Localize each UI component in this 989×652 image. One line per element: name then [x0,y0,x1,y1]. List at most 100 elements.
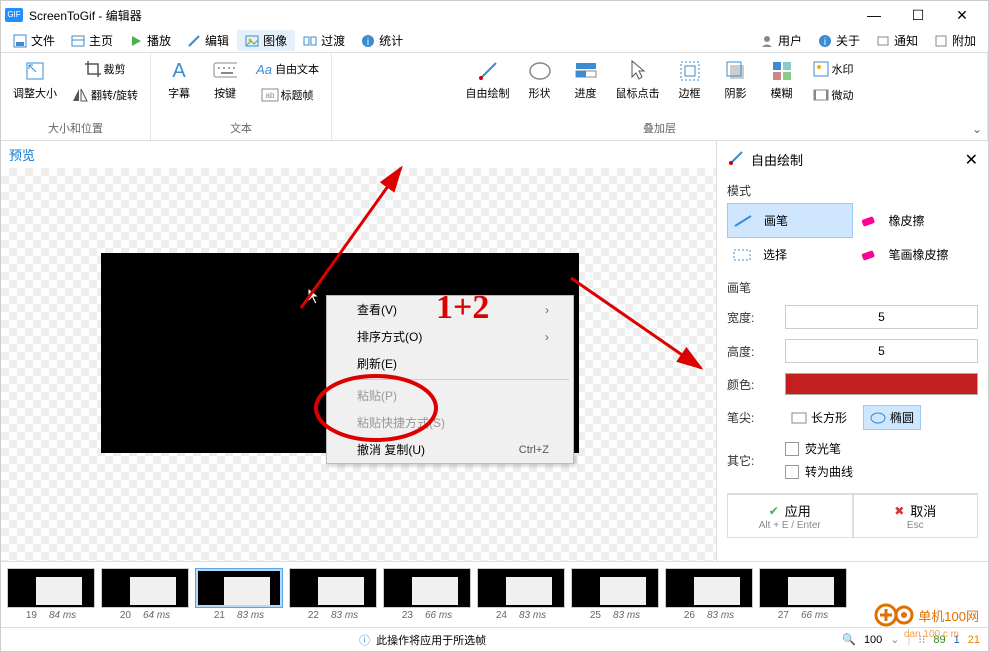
svg-text:A: A [172,60,186,82]
mode-select[interactable]: 选择 [727,238,853,271]
menu-stats[interactable]: i统计 [353,30,411,51]
brush-icon [727,149,745,170]
mode-pen[interactable]: 画笔 [727,203,853,238]
cancel-button[interactable]: ✖取消 Esc [853,494,979,538]
width-label: 宽度: [727,309,777,326]
color-label: 颜色: [727,376,777,393]
play-icon [129,34,143,48]
watermark-button[interactable]: 水印 [808,57,858,81]
cursor-icon [306,286,322,306]
mouseclick-button[interactable]: 鼠标点击 [612,57,664,103]
menu-file[interactable]: 文件 [5,30,63,51]
ctx-refresh[interactable]: 刷新(E) [327,350,573,377]
watermark-icon [812,60,830,78]
ctx-sort[interactable]: 排序方式(O)› [327,323,573,350]
frame-thumb[interactable]: 2766 ms [759,568,847,621]
apply-button[interactable]: ✔应用 Alt + E / Enter [727,494,853,538]
crop-button[interactable]: 裁剪 [67,57,142,81]
red-annotation-text: 1+2 [436,289,489,327]
frame-thumb[interactable]: 1984 ms [7,568,95,621]
menu-about[interactable]: i关于 [810,30,868,51]
blur-button[interactable]: 模糊 [762,57,802,103]
text-icon: Aa [255,60,273,78]
panel-close-button[interactable]: ✕ [965,150,978,170]
canvas[interactable]: 查看(V)› 排序方式(O)› 刷新(E) 粘贴(P) 粘贴快捷方式(S) 撤消… [1,168,716,561]
color-picker[interactable] [785,373,978,395]
image-icon [245,34,259,48]
group-size-label: 大小和位置 [48,120,103,136]
checkbox-icon [785,442,799,456]
menu-transition[interactable]: 过渡 [295,30,353,51]
frame-thumb[interactable]: 2183 ms [195,568,283,621]
ribbon-expand-icon[interactable]: ⌄ [972,122,982,136]
keypress-button[interactable]: 按键 [205,57,245,103]
highlighter-check[interactable]: 荧光笔 [785,440,853,457]
select-icon [731,247,753,263]
mode-label: 模式 [727,182,978,199]
titlebar: GIF ScreenToGif - 编辑器 — ☐ ✕ [1,1,988,29]
frame-thumb[interactable]: 2683 ms [665,568,753,621]
mode-eraser[interactable]: 橡皮擦 [853,203,979,238]
preview-label: 预览 [1,141,716,168]
zoom-dropdown-icon[interactable]: ⌄ [890,633,899,646]
tip-ellipse[interactable]: 椭圆 [863,405,921,430]
menu-notify[interactable]: 通知 [868,30,926,51]
menu-user[interactable]: 用户 [752,30,810,51]
shape-button[interactable]: 形状 [520,57,560,103]
menu-attach[interactable]: 附加 [926,30,984,51]
menu-edit[interactable]: 编辑 [179,30,237,51]
close-button[interactable]: ✕ [940,1,984,29]
resize-button[interactable]: 调整大小 [9,57,61,103]
maximize-button[interactable]: ☐ [896,1,940,29]
brush-label: 画笔 [727,279,978,296]
frame-thumb[interactable]: 2064 ms [101,568,189,621]
progress-icon [574,59,598,83]
frame-thumb[interactable]: 2366 ms [383,568,471,621]
minimize-button[interactable]: — [852,1,896,29]
menu-play[interactable]: 播放 [121,30,179,51]
frame-strip[interactable]: 1984 ms2064 ms2183 ms2283 ms2366 ms2483 … [1,561,988,627]
shadow-button[interactable]: 阴影 [716,57,756,103]
caption-icon: A [167,59,191,83]
check-icon: ✔ [769,504,779,518]
titleframe-button[interactable]: ab标题帧 [251,83,323,107]
cinema-button[interactable]: 微动 [808,83,858,107]
info-icon: ⓘ [359,632,370,648]
frame-thumb[interactable]: 2583 ms [571,568,659,621]
flip-button[interactable]: 翻转/旋转 [67,83,142,107]
brush-icon [476,59,500,83]
resize-icon [23,59,47,83]
crop-icon [84,60,102,78]
width-input[interactable] [785,305,978,329]
ctx-undo-copy[interactable]: 撤消 复制(U)Ctrl+Z [327,436,573,463]
menubar: 文件 主页 播放 编辑 图像 过渡 i统计 用户 i关于 通知 附加 [1,29,988,53]
tip-rect[interactable]: 长方形 [785,406,853,429]
blur-icon [770,59,794,83]
zoom-value: 100 [864,634,882,646]
border-button[interactable]: 边框 [670,57,710,103]
preview-frame: 查看(V)› 排序方式(O)› 刷新(E) 粘贴(P) 粘贴快捷方式(S) 撤消… [101,253,579,453]
caption-button[interactable]: A字幕 [159,57,199,103]
x-icon: ✖ [894,504,904,518]
stroke-eraser-icon [857,247,879,263]
freedraw-button[interactable]: 自由绘制 [462,57,514,103]
menu-home[interactable]: 主页 [63,30,121,51]
height-input[interactable] [785,339,978,363]
frame-thumb[interactable]: 2283 ms [289,568,377,621]
titleframe-icon: ab [261,86,279,104]
group-overlay-label: 叠加层 [643,120,676,136]
frame-thumb[interactable]: 2483 ms [477,568,565,621]
progress-button[interactable]: 进度 [566,57,606,103]
freetext-button[interactable]: Aa自由文本 [251,57,323,81]
window-title: ScreenToGif - 编辑器 [29,7,142,24]
rect-icon [791,412,807,424]
menu-image[interactable]: 图像 [237,30,295,51]
ellipse-icon [870,412,886,424]
mode-stroke-eraser[interactable]: 笔画橡皮擦 [853,238,979,271]
curve-check[interactable]: 转为曲线 [785,463,853,480]
app-icon: GIF [5,8,23,22]
statusbar: ⓘ 此操作将应用于所选帧 🔍 100 ⌄ | ⁝⁝ 89 1 21 [1,627,988,651]
status-message: 此操作将应用于所选帧 [376,632,486,648]
svg-text:ab: ab [265,91,274,100]
tip-label: 笔尖: [727,409,777,426]
